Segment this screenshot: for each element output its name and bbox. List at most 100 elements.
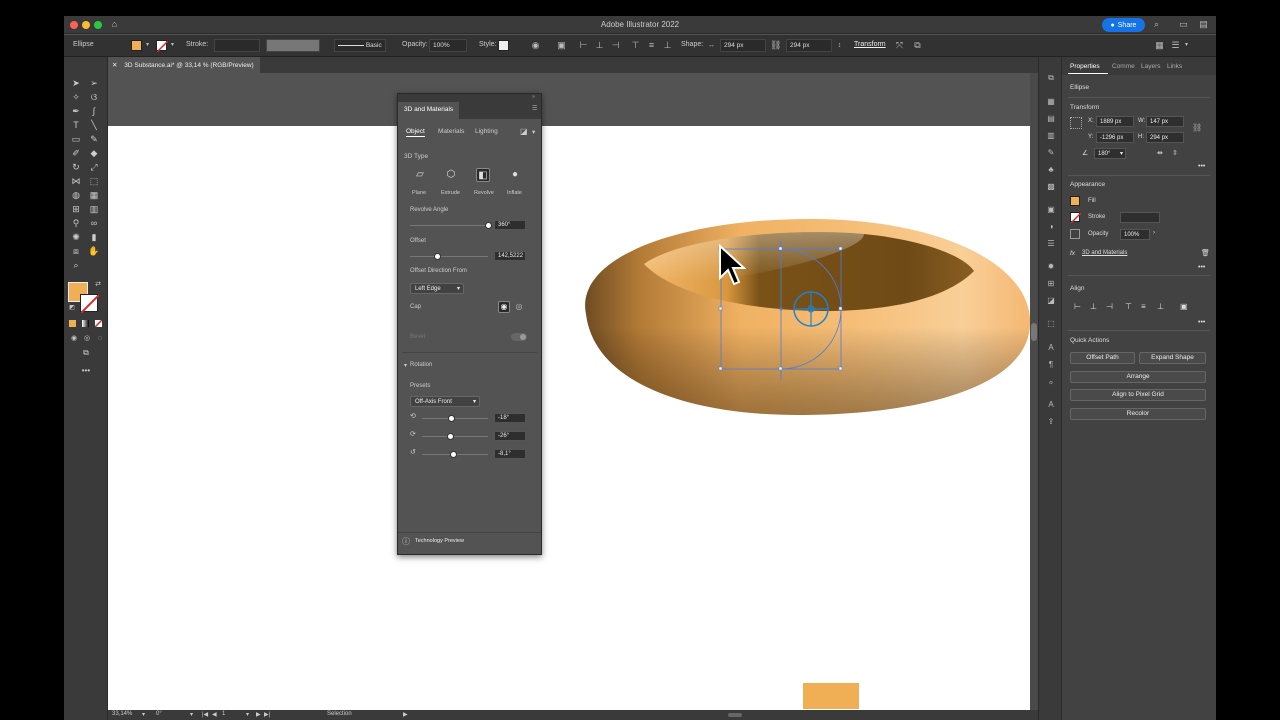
- gradient-tool-icon[interactable]: ▥: [88, 203, 100, 215]
- chevron-down-icon[interactable]: ▾: [246, 711, 249, 718]
- chevron-right-icon[interactable]: ›: [1153, 230, 1155, 236]
- arrange-button[interactable]: Arrange: [1070, 371, 1206, 383]
- align-to-icon[interactable]: ▣: [556, 40, 567, 51]
- line-tool-icon[interactable]: ╲: [88, 119, 100, 131]
- offset-field[interactable]: 142,5222: [494, 251, 526, 261]
- scrollbar-thumb[interactable]: [1031, 323, 1037, 341]
- isolate-icon[interactable]: ⧉: [912, 40, 923, 51]
- draw-behind-icon[interactable]: ◎: [81, 333, 93, 345]
- gradient-mode-button[interactable]: [82, 320, 89, 327]
- chevron-down-icon[interactable]: ▾: [190, 711, 193, 718]
- tab-comments[interactable]: Comme: [1112, 63, 1135, 70]
- curvature-tool-icon[interactable]: ∫: [88, 105, 100, 117]
- transform-each-icon[interactable]: ⤧: [894, 40, 905, 51]
- draw-inside-icon[interactable]: ◌: [94, 333, 106, 345]
- rectangle-tool-icon[interactable]: ▭: [70, 133, 82, 145]
- zoom-level[interactable]: 33,14%: [112, 711, 132, 717]
- align-bottom-icon[interactable]: ⊥: [662, 40, 673, 51]
- stroke-none-swatch[interactable]: [156, 40, 169, 53]
- collapse-panel-icon[interactable]: »: [532, 94, 535, 100]
- align-right-icon[interactable]: ⊣: [610, 40, 621, 51]
- transform-panel-icon[interactable]: ⬚: [1046, 319, 1056, 329]
- transform-link[interactable]: Transform: [854, 41, 886, 48]
- hand-tool-icon[interactable]: ✋: [88, 245, 100, 257]
- height-field[interactable]: 294 px: [1146, 132, 1184, 143]
- recolor-artwork-icon[interactable]: ◉: [530, 40, 541, 51]
- share-button[interactable]: ● Share: [1102, 18, 1145, 32]
- align-left-icon[interactable]: ⊢: [1074, 302, 1081, 311]
- align-horizontal-center-icon[interactable]: ⊥: [1090, 302, 1097, 311]
- rotate-x-field[interactable]: -18°: [494, 413, 526, 423]
- panel-title-tab[interactable]: 3D and Materials: [398, 102, 460, 119]
- eraser-tool-icon[interactable]: ◆: [88, 147, 100, 159]
- stroke-swatch[interactable]: [1070, 212, 1082, 224]
- rotate-y-slider[interactable]: [446, 433, 454, 440]
- width-tool-icon[interactable]: ⋈: [70, 175, 82, 187]
- draw-normal-icon[interactable]: ◉: [68, 333, 80, 345]
- width-field[interactable]: 147 px: [1146, 116, 1184, 127]
- first-artboard-icon[interactable]: |◀: [202, 711, 208, 718]
- more-options-icon[interactable]: •••: [1198, 163, 1205, 170]
- opacity-field[interactable]: 100%: [1120, 229, 1150, 240]
- symbols-icon[interactable]: ♣: [1046, 165, 1056, 175]
- rotation-value[interactable]: 0°: [156, 711, 162, 717]
- paintbrush-tool-icon[interactable]: ✎: [88, 133, 100, 145]
- chevron-down-icon[interactable]: ▾: [1181, 40, 1192, 51]
- chevron-down-icon[interactable]: ▾: [167, 40, 178, 51]
- workspace-icon[interactable]: ▭: [1178, 19, 1189, 30]
- panel-menu-icon[interactable]: ☰: [1170, 40, 1181, 51]
- expand-shape-button[interactable]: Expand Shape: [1139, 352, 1206, 364]
- fill-swatch[interactable]: [131, 40, 142, 51]
- tab-properties[interactable]: Properties: [1070, 63, 1100, 70]
- constrain-link-icon[interactable]: ⛓: [770, 40, 781, 51]
- inflate-type-icon[interactable]: ●: [508, 168, 522, 182]
- panel-menu-icon[interactable]: ☰: [532, 105, 537, 112]
- opentype-icon[interactable]: ℴ: [1046, 377, 1056, 387]
- align-panel-icon[interactable]: ⊞: [1046, 279, 1056, 289]
- plane-type-icon[interactable]: ▱: [413, 168, 427, 182]
- direct-selection-tool-icon[interactable]: ➢: [88, 77, 100, 89]
- align-to-icon[interactable]: ▣: [1180, 302, 1188, 311]
- last-artboard-icon[interactable]: ▶|: [264, 711, 270, 718]
- more-options-icon[interactable]: •••: [1198, 264, 1205, 271]
- extrude-type-icon[interactable]: ⬡: [444, 168, 458, 182]
- zoom-tool-icon[interactable]: ⌕: [70, 259, 82, 271]
- shape-builder-tool-icon[interactable]: ◍: [70, 189, 82, 201]
- asset-export-icon[interactable]: ⇪: [1046, 417, 1056, 427]
- glyphs-icon[interactable]: A: [1046, 400, 1056, 410]
- bevel-toggle[interactable]: [511, 333, 527, 341]
- type-tool-icon[interactable]: T: [70, 119, 82, 131]
- edit-toolbar-icon[interactable]: •••: [80, 365, 92, 377]
- rotation-heading[interactable]: Rotation: [410, 362, 432, 368]
- shape-width-field[interactable]: 294 px: [720, 39, 766, 52]
- align-vertical-center-icon[interactable]: ≡: [1141, 302, 1146, 311]
- close-tab-icon[interactable]: ✕: [112, 62, 117, 69]
- render-settings-icon[interactable]: ◪: [520, 127, 528, 136]
- stroke-panel-icon[interactable]: ☰: [1046, 239, 1056, 249]
- revolve-angle-slider[interactable]: [484, 222, 492, 229]
- selection-tool-icon[interactable]: ➤: [70, 77, 82, 89]
- opacity-field[interactable]: 100%: [429, 39, 467, 52]
- tab-object[interactable]: Object: [406, 128, 425, 137]
- graphic-style-swatch[interactable]: [498, 40, 509, 51]
- more-options-icon[interactable]: •••: [1198, 319, 1205, 326]
- align-bottom-icon[interactable]: ⊥: [1157, 302, 1164, 311]
- screen-mode-icon[interactable]: ⧉: [80, 347, 92, 359]
- previous-artboard-icon[interactable]: ◀: [212, 711, 217, 718]
- mesh-tool-icon[interactable]: ⊞: [70, 203, 82, 215]
- eyedropper-tool-icon[interactable]: ⚲: [70, 217, 82, 229]
- constrain-proportions-icon[interactable]: ⛓: [1192, 123, 1202, 132]
- rotate-angle-field[interactable]: 180° ▾: [1094, 148, 1126, 159]
- tab-links[interactable]: Links: [1167, 63, 1182, 70]
- none-mode-button[interactable]: [94, 319, 103, 328]
- swap-fill-stroke-icon[interactable]: ⇄: [92, 279, 104, 291]
- offset-slider[interactable]: [433, 253, 441, 260]
- vertical-scrollbar[interactable]: [1030, 73, 1038, 710]
- align-right-icon[interactable]: ⊣: [1106, 302, 1113, 311]
- align-middle-icon[interactable]: ≡: [646, 40, 657, 51]
- symbol-sprayer-tool-icon[interactable]: ✺: [70, 231, 82, 243]
- search-icon[interactable]: ⌕: [1151, 19, 1162, 30]
- graphic-styles-icon[interactable]: ▩: [1046, 182, 1056, 192]
- gradient-panel-icon[interactable]: ▣: [1046, 205, 1056, 215]
- horizontal-scrollbar-thumb[interactable]: [728, 713, 742, 717]
